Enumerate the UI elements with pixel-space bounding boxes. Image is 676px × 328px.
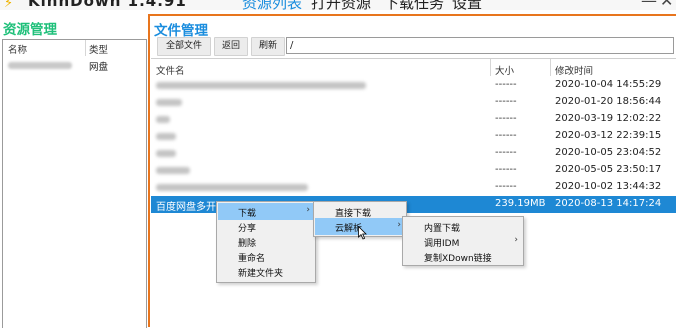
resource-item[interactable]: 网盘 [3,58,146,73]
blurred-file-name [156,133,176,140]
file-row[interactable]: ------ 2020-10-02 13:44:32 [151,179,676,196]
back-button[interactable]: 返回 [214,37,248,56]
column-separator[interactable] [490,59,491,76]
minimize-icon[interactable]: — [641,0,657,10]
file-list[interactable]: 文件名 大小 修改时间 ------ 2020-10-04 14:55:29 -… [151,58,676,328]
all-files-button[interactable]: 全部文件 [157,37,211,56]
title-bar: ⚡ KinhDown 1.4.91 资源列表 打开资源 下载任务 设置 — ✕ [0,0,676,10]
blurred-account-name [8,62,72,69]
chevron-right-icon: › [397,220,401,230]
blurred-file-name [156,116,170,123]
chevron-right-icon: › [306,205,310,215]
file-row[interactable]: ------ 2020-05-05 23:50:17 [151,162,676,179]
file-row[interactable]: ------ 2020-10-05 23:04:52 [151,145,676,162]
column-separator[interactable] [85,40,86,56]
chevron-right-icon: › [514,235,518,245]
column-header-type[interactable]: 类型 [89,42,108,56]
tab-resource-list[interactable]: 资源列表 [242,0,302,10]
lightning-logo-icon: ⚡ [4,0,14,10]
tab-open-resource[interactable]: 打开资源 [311,0,371,10]
tab-settings[interactable]: 设置 [452,0,482,10]
menu-item-copy-xdown-link[interactable]: 复制XDown链接 [404,248,522,265]
file-size: ------ [495,164,517,175]
close-icon[interactable]: ✕ [660,0,673,10]
blurred-file-name [156,167,190,174]
column-separator[interactable] [550,59,551,76]
file-modified: 2020-08-13 14:17:24 [555,198,662,209]
context-menu: 下载 › 分享 删除 重命名 新建文件夹 [216,201,316,283]
file-size: ------ [495,130,517,141]
refresh-button[interactable]: 刷新 [251,37,285,56]
blurred-file-name [156,184,308,191]
file-size: 239.19MB [495,198,546,209]
resource-list[interactable]: 名称 类型 网盘 [2,39,147,328]
file-size: ------ [495,181,517,192]
resource-item-type: 网盘 [89,62,109,73]
column-header-name[interactable]: 名称 [8,42,27,56]
file-size: ------ [495,96,517,107]
cloud-parse-submenu: 内置下载 调用IDM › 复制XDown链接 [402,216,524,266]
blurred-file-name [156,82,366,89]
file-row[interactable]: ------ 2020-01-20 18:56:44 [151,94,676,111]
resource-panel-title: 资源管理 [3,22,57,38]
file-modified: 2020-01-20 18:56:44 [555,96,662,107]
app-title: KinhDown 1.4.91 [28,0,187,10]
file-modified: 2020-05-05 23:50:17 [555,164,662,175]
resource-panel-header: 资源管理 [0,18,148,38]
file-size: ------ [495,79,517,90]
blurred-file-name [156,150,176,157]
file-row[interactable]: ------ 2020-03-19 12:02:22 [151,111,676,128]
mouse-cursor-icon [358,226,367,240]
column-header-size[interactable]: 大小 [495,63,514,77]
top-divider [150,14,676,16]
file-modified: 2020-10-02 13:44:32 [555,181,662,192]
menu-item-new-folder[interactable]: 新建文件夹 [218,263,314,280]
column-header-filename[interactable]: 文件名 [156,63,185,77]
path-input[interactable] [286,37,674,54]
file-row[interactable]: ------ 2020-10-04 14:55:29 [151,77,676,94]
file-row[interactable]: ------ 2020-03-12 22:39:15 [151,128,676,145]
file-modified: 2020-10-04 14:55:29 [555,79,662,90]
file-size: ------ [495,147,517,158]
file-modified: 2020-10-05 23:04:52 [555,147,662,158]
blurred-file-name [156,99,182,106]
file-modified: 2020-03-12 22:39:15 [555,130,662,141]
file-panel-title: 文件管理 [154,23,208,39]
tab-download-tasks[interactable]: 下载任务 [384,0,444,10]
file-size: ------ [495,113,517,124]
column-header-modified[interactable]: 修改时间 [555,63,593,77]
panel-divider [148,14,150,327]
file-modified: 2020-03-19 12:02:22 [555,113,662,124]
